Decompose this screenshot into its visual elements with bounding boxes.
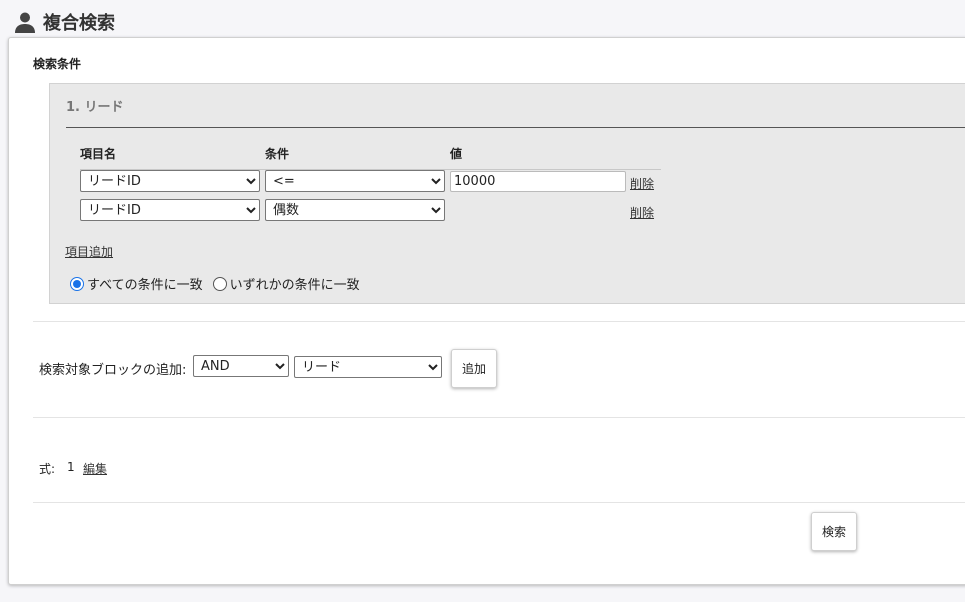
match-any-radio[interactable] bbox=[212, 276, 227, 291]
column-header-value: 値 bbox=[450, 147, 463, 161]
formula-label: 式: bbox=[39, 462, 56, 476]
block-title: 1. リード bbox=[66, 100, 124, 115]
divider-3 bbox=[33, 502, 965, 503]
block-target-select[interactable]: リード bbox=[294, 356, 442, 378]
block-divider bbox=[66, 127, 965, 128]
search-card: 検索条件 1. リード 項目名 条件 値 リードID <= 削除 リードID 偶… bbox=[8, 37, 965, 585]
operator-select[interactable]: AND bbox=[193, 355, 289, 377]
search-button[interactable]: 検索 bbox=[811, 512, 857, 551]
row-2-field-select[interactable]: リードID bbox=[80, 199, 260, 221]
condition-block: 1. リード 項目名 条件 値 リードID <= 削除 リードID 偶数 削除 … bbox=[49, 83, 965, 304]
page-header: 複合検索 bbox=[13, 8, 115, 36]
formula-edit-link[interactable]: 編集 bbox=[83, 460, 107, 477]
column-header-condition: 条件 bbox=[265, 147, 290, 161]
row-1-field-select[interactable]: リードID bbox=[80, 170, 260, 192]
divider-2 bbox=[33, 417, 965, 418]
add-block-label: 検索対象ブロックの追加: bbox=[39, 363, 187, 378]
row-2-condition-select[interactable]: 偶数 bbox=[265, 199, 445, 221]
match-all-radio[interactable] bbox=[70, 276, 84, 291]
match-any-label[interactable]: いずれかの条件に一致 bbox=[230, 274, 360, 293]
user-icon bbox=[15, 12, 35, 33]
row-2-delete-link[interactable]: 削除 bbox=[630, 204, 654, 221]
page-title: 複合検索 bbox=[43, 13, 115, 34]
add-block-button[interactable]: 追加 bbox=[451, 349, 497, 388]
row-1-delete-link[interactable]: 削除 bbox=[630, 175, 654, 192]
section-label: 検索条件 bbox=[33, 57, 82, 71]
match-mode-group: すべての条件に一致 いずれかの条件に一致 bbox=[70, 274, 370, 293]
formula-value: 1 bbox=[67, 460, 75, 474]
row-1-condition-select[interactable]: <= bbox=[265, 170, 445, 192]
match-all-label[interactable]: すべての条件に一致 bbox=[87, 274, 203, 293]
divider-1 bbox=[33, 321, 965, 322]
column-header-field: 項目名 bbox=[80, 147, 117, 161]
add-item-link[interactable]: 項目追加 bbox=[65, 243, 113, 260]
row-1-value-input[interactable] bbox=[450, 171, 626, 192]
